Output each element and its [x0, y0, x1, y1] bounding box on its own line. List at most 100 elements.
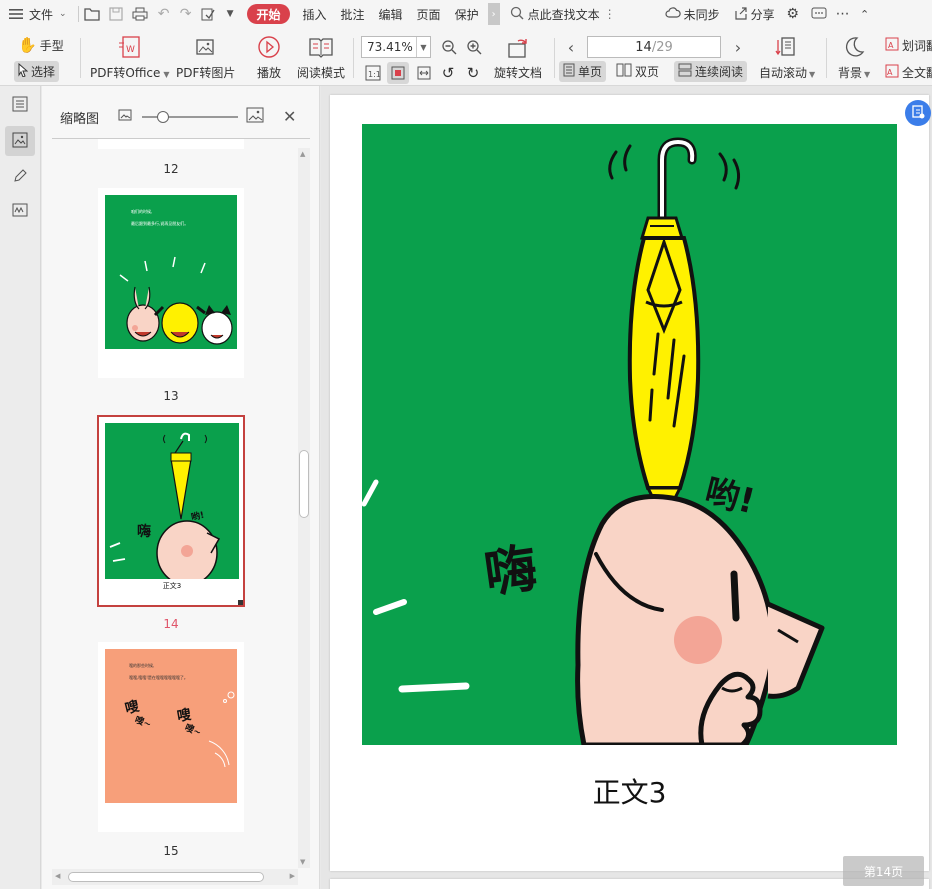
page-illustration [362, 124, 897, 745]
thumbnail-number: 15 [163, 844, 179, 858]
pdf-to-office-button[interactable]: W PDF转Office ▼ [90, 34, 170, 81]
thumbnail-vertical-scrollbar[interactable]: ▲ ▼ [298, 148, 310, 868]
more-horizontal-icon[interactable]: ⋯ [834, 5, 852, 23]
scrollbar-thumb[interactable] [299, 450, 309, 518]
cloud-icon [665, 6, 681, 22]
auto-scroll-label: 自动滚动 [759, 66, 808, 80]
zoom-out-icon[interactable] [439, 37, 459, 57]
thumbnail-page-15[interactable]: 嗖的那些时候, 嗖嗖,嗖嗖!是在嗖嗖嗖嗖嗖嗖了。 嗖 嗖~ 嗖 嗖~ [98, 642, 244, 832]
tab-page[interactable]: 页面 [410, 0, 448, 28]
translate-doc-icon: A [885, 64, 899, 81]
chevron-down-icon: ⌄ [59, 9, 67, 19]
zoom-in-icon[interactable] [464, 37, 484, 57]
redo-icon[interactable]: ↷ [177, 5, 195, 23]
scroll-right-arrow[interactable]: ▶ [290, 872, 295, 880]
share-button[interactable]: 分享 [727, 0, 782, 28]
thumbnail-page-12[interactable] [98, 139, 244, 149]
thumbnail-13-line-2: 最后跟到最多行,说再见朋友们。 [131, 221, 189, 226]
export-icon[interactable] [199, 5, 217, 23]
tab-annotate[interactable]: 批注 [334, 0, 372, 28]
tabs-scroll-right-button[interactable]: › [487, 3, 500, 25]
full-translate-button[interactable]: A 全文翻 [885, 64, 932, 81]
bookmark-outline-nav[interactable] [5, 90, 35, 120]
single-page-icon [563, 63, 575, 80]
moon-icon [841, 34, 867, 60]
play-icon [256, 34, 282, 60]
background-button[interactable]: 背景 ▼ [838, 34, 870, 81]
scrollbar-thumb[interactable] [68, 872, 264, 882]
select-tool[interactable]: 选择 [14, 61, 60, 82]
page-number-input[interactable]: 14/29 [587, 36, 721, 58]
large-image-icon[interactable] [246, 107, 264, 126]
image-icon [193, 34, 219, 60]
close-icon[interactable]: ✕ [283, 107, 296, 126]
save-icon[interactable] [107, 5, 125, 23]
svg-text:A: A [887, 68, 893, 77]
actual-size-icon[interactable]: 1:1 [363, 63, 383, 83]
tab-insert[interactable]: 插入 [296, 0, 334, 28]
thumbnail-resize-handle[interactable] [238, 600, 243, 605]
rotate-right-icon[interactable]: ↻ [463, 63, 483, 83]
fit-page-icon[interactable] [387, 62, 409, 84]
scroll-left-arrow[interactable]: ◀ [55, 872, 60, 880]
tab-start[interactable]: 开始 [247, 4, 290, 24]
slider-handle[interactable] [157, 111, 169, 123]
thumbnail-nav[interactable] [5, 126, 35, 156]
tab-protect[interactable]: 保护 [448, 0, 486, 28]
share-icon [734, 6, 748, 23]
open-folder-icon[interactable] [83, 5, 101, 23]
chevron-down-icon: ▼ [416, 37, 430, 57]
pdf-to-image-label: PDF转图片 [176, 66, 236, 80]
pdf-reader-window: 文件 ⌄ ↶ ↷ ▼ 开始 插入 批注 编辑 页面 保护 › 点此查找文本 ⋮ … [0, 0, 932, 889]
pdf-to-image-button[interactable]: PDF转图片 [176, 34, 235, 81]
thumbnail-14-art [105, 423, 239, 586]
signature-nav[interactable] [5, 196, 35, 226]
auto-scroll-icon [774, 34, 800, 60]
annotation-nav[interactable] [5, 162, 35, 192]
collapse-ribbon-icon[interactable]: ⌃ [856, 5, 874, 23]
thumbnail-number: 13 [163, 389, 179, 403]
scroll-down-arrow[interactable]: ▼ [300, 858, 305, 866]
fit-width-icon[interactable] [414, 63, 434, 83]
double-page-button[interactable]: 双页 [616, 63, 659, 80]
prev-page-icon[interactable]: ‹ [561, 37, 581, 57]
continuous-reading-button[interactable]: 连续阅读 [674, 61, 748, 82]
read-mode-button[interactable]: 阅读模式 [297, 34, 345, 81]
gear-icon[interactable]: ⚙ [784, 5, 802, 23]
document-viewport[interactable]: 嗨 哟! 正文3 [321, 86, 932, 889]
play-button[interactable]: 播放 [256, 34, 282, 81]
undo-icon[interactable]: ↶ [155, 5, 173, 23]
more-dropdown-icon[interactable]: ▼ [227, 9, 234, 19]
thumbnail-page-13[interactable]: 咱们的时候, 最后跟到最多行,说再见朋友们。 [98, 188, 244, 378]
background-label: 背景 [838, 66, 863, 80]
thumbnail-15-line-1: 嗖的那些时候, [129, 663, 155, 668]
document-page: 嗨 哟! 正文3 [330, 95, 929, 871]
sync-status[interactable]: 未同步 [658, 0, 727, 28]
message-icon[interactable] [810, 5, 828, 23]
single-page-button[interactable]: 单页 [559, 61, 607, 82]
find-text-box[interactable]: 点此查找文本 ⋮ [504, 6, 622, 23]
hand-tool-label: 手型 [39, 38, 64, 53]
print-icon[interactable] [131, 5, 149, 23]
auto-scroll-button[interactable]: 自动滚动 ▼ [759, 34, 815, 81]
full-translate-label: 全文翻 [902, 66, 932, 80]
more-vertical-icon[interactable]: ⋮ [604, 7, 616, 21]
rotate-left-icon[interactable]: ↺ [438, 63, 458, 83]
thumbnail-horizontal-scrollbar[interactable]: ◀ ▶ [52, 869, 298, 885]
rotate-document-button[interactable]: 旋转文档 [494, 34, 542, 81]
thumbnail-page-14[interactable]: 嗨 哟! 正文3 [97, 415, 245, 607]
tab-edit[interactable]: 编辑 [372, 0, 410, 28]
thumbnail-size-slider[interactable] [142, 111, 238, 123]
scroll-up-arrow[interactable]: ▲ [300, 150, 305, 158]
thumbnail-14-caption: 正文3 [162, 582, 182, 590]
floating-convert-button[interactable] [905, 100, 931, 126]
page-current: 14 [635, 39, 652, 55]
file-menu-label: 文件 [29, 7, 54, 22]
next-page-icon[interactable]: › [728, 37, 748, 57]
zoom-level-select[interactable]: 73.41% ▼ [361, 36, 431, 58]
small-image-icon[interactable] [118, 109, 132, 124]
hand-tool[interactable]: ✋ 手型 [18, 36, 64, 54]
word-translate-button[interactable]: A 划词翻 [885, 37, 932, 54]
divider [554, 38, 555, 78]
file-menu[interactable]: 文件 ⌄ [0, 0, 74, 28]
